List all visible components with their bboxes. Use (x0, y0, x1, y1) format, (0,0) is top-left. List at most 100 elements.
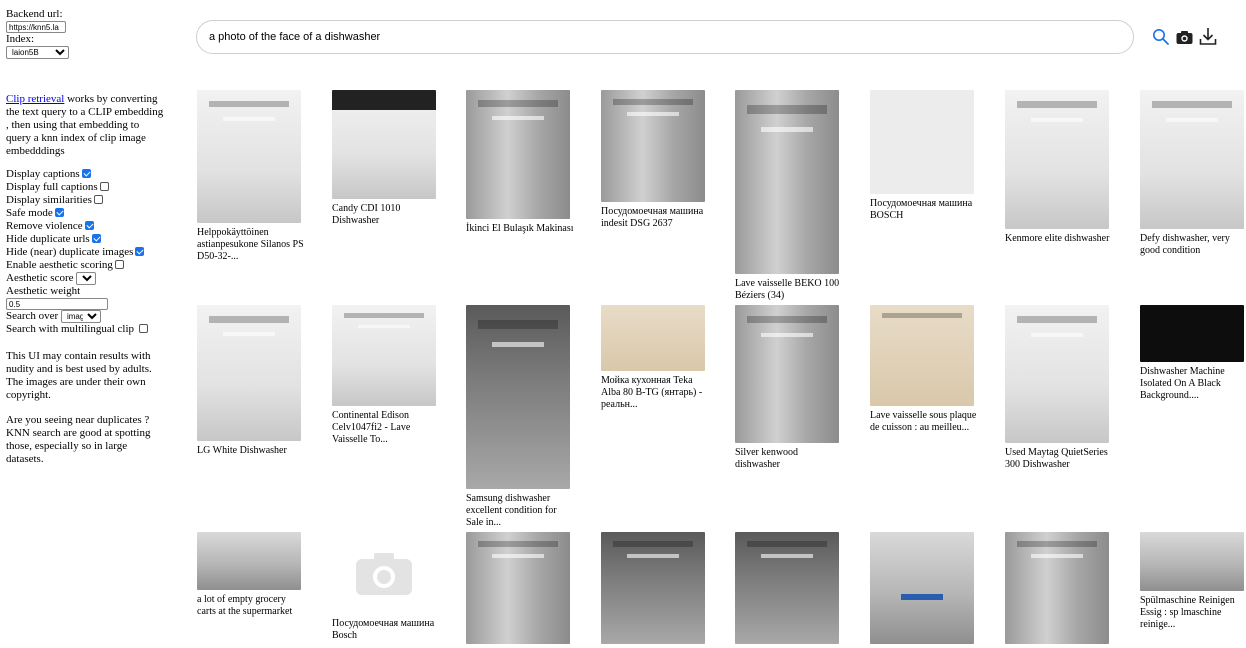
result-card[interactable]: Dishwasher Machine Isolated On A Black B… (1140, 305, 1246, 402)
display-full-captions-checkbox[interactable] (99, 182, 109, 191)
result-image[interactable] (735, 305, 839, 443)
result-card[interactable]: Посудомоечная машина BOSCH (870, 90, 980, 222)
result-caption: Мойка кухонная Teka Alba 80 B-TG (янтарь… (601, 375, 703, 410)
result-image[interactable] (197, 305, 301, 441)
result-image[interactable] (466, 305, 570, 489)
result-image[interactable] (466, 532, 570, 644)
result-image[interactable] (601, 90, 705, 202)
search-input[interactable] (196, 20, 1134, 54)
result-card[interactable]: Helppokäyttöinen astianpesukone Silanos … (197, 90, 307, 263)
result-caption: Samsung dishwasher excellent condition f… (466, 493, 557, 528)
result-image[interactable] (1140, 90, 1244, 229)
result-card[interactable] (870, 532, 980, 648)
result-image[interactable] (870, 532, 974, 644)
result-card[interactable]: Silver kenwood dishwasher (735, 305, 845, 471)
settings-panel: Backend url: Index: laion5B Clip retriev… (6, 8, 166, 466)
index-label: Index: (6, 33, 35, 45)
backend-url-label: Backend url: (6, 8, 63, 20)
index-select[interactable]: laion5B (6, 46, 69, 59)
result-card[interactable]: Kenmore elite dishwasher (1005, 90, 1115, 245)
result-image[interactable] (1140, 305, 1244, 362)
result-card[interactable]: Посудомоечная машина indesit DSG 2637 (601, 90, 711, 230)
option-remove-violence[interactable]: Remove violence (6, 220, 166, 233)
option-safe-mode[interactable]: Safe mode (6, 207, 166, 220)
multilingual-checkbox[interactable] (138, 324, 148, 333)
enable-aesthetic-checkbox[interactable] (114, 260, 124, 269)
result-caption: Посудомоечная машина BOSCH (870, 198, 973, 221)
result-card[interactable] (735, 532, 845, 648)
result-image[interactable] (735, 532, 839, 644)
option-hide-duplicate-urls[interactable]: Hide duplicate urls (6, 233, 166, 246)
result-card[interactable] (1005, 532, 1115, 648)
result-image[interactable] (601, 305, 705, 371)
result-image[interactable] (197, 532, 301, 590)
hide-near-duplicates-checkbox[interactable] (135, 247, 145, 256)
result-caption: a lot of empty grocery carts at the supe… (197, 594, 293, 617)
hide-duplicate-urls-checkbox[interactable] (91, 234, 101, 243)
backend-url-input[interactable] (6, 21, 66, 33)
result-image[interactable] (1005, 532, 1109, 644)
result-caption: İkinci El Bulaşık Makinası (466, 223, 574, 234)
result-image[interactable] (466, 90, 570, 219)
option-display-similarities[interactable]: Display similarities (6, 194, 166, 207)
result-card[interactable] (601, 532, 711, 648)
clip-retrieval-link[interactable]: Clip retrieval (6, 93, 64, 105)
result-card[interactable]: Мойка кухонная Teka Alba 80 B-TG (янтарь… (601, 305, 711, 411)
result-image[interactable] (332, 305, 436, 406)
option-display-captions[interactable]: Display captions (6, 168, 166, 181)
intro-paragraph: Clip retrieval works by converting the t… (6, 93, 166, 158)
camera-placeholder-icon (356, 553, 412, 595)
option-hide-near-duplicates[interactable]: Hide (near) duplicate images (6, 246, 166, 259)
result-caption: Candy CDI 1010 Dishwasher (332, 203, 401, 226)
result-image[interactable] (1005, 305, 1109, 443)
result-card[interactable]: İkinci El Bulaşık Makinası (466, 90, 576, 235)
result-card[interactable]: Continental Edison Celv1047fi2 - Lave Va… (332, 305, 442, 446)
download-icon[interactable] (1199, 27, 1217, 49)
result-caption: Used Maytag QuietSeries 300 Dishwasher (1005, 447, 1108, 470)
option-multilingual[interactable]: Search with multilingual clip (6, 323, 166, 336)
result-card[interactable]: Lave vaisselle sous plaque de cuisson : … (870, 305, 980, 434)
result-image[interactable] (735, 90, 839, 274)
result-image[interactable] (601, 532, 705, 644)
result-caption: Dishwasher Machine Isolated On A Black B… (1140, 366, 1225, 401)
result-caption: Helppokäyttöinen astianpesukone Silanos … (197, 227, 304, 262)
result-caption: LG White Dishwasher (197, 445, 287, 456)
result-card[interactable]: Spülmaschine Reinigen Essig : sp lmaschi… (1140, 532, 1246, 631)
result-image[interactable] (1005, 90, 1109, 229)
result-card[interactable]: Used Maytag QuietSeries 300 Dishwasher (1005, 305, 1115, 471)
aesthetic-weight-label: Aesthetic weight (6, 285, 81, 297)
option-display-full-captions[interactable]: Display full captions (6, 181, 166, 194)
display-similarities-checkbox[interactable] (93, 195, 103, 204)
result-card[interactable]: a lot of empty grocery carts at the supe… (197, 532, 307, 618)
search-icon[interactable] (1152, 28, 1170, 49)
result-image[interactable] (197, 90, 301, 223)
warning-text: This UI may contain results with nudity … (6, 350, 152, 401)
result-image[interactable] (332, 532, 436, 614)
result-card[interactable] (466, 532, 576, 648)
safe-mode-checkbox[interactable] (54, 208, 64, 217)
result-card[interactable]: LG White Dishwasher (197, 305, 307, 457)
option-enable-aesthetic[interactable]: Enable aesthetic scoring (6, 259, 166, 272)
result-image[interactable] (1140, 532, 1244, 591)
result-caption: Lave vaisselle sous plaque de cuisson : … (870, 410, 977, 433)
result-caption: Silver kenwood dishwasher (735, 447, 799, 470)
result-card[interactable]: Candy CDI 1010 Dishwasher (332, 90, 442, 227)
result-image[interactable] (870, 305, 974, 406)
display-captions-checkbox[interactable] (81, 169, 91, 178)
result-card[interactable]: Lave vaisselle BEKO 100 Béziers (34) (735, 90, 845, 302)
result-caption: Kenmore elite dishwasher (1005, 233, 1110, 244)
search-over-row: Search over image (6, 310, 166, 323)
result-caption: Посудомоечная машина indesit DSG 2637 (601, 206, 704, 229)
search-over-select[interactable]: image (60, 310, 101, 323)
aesthetic-weight-input[interactable] (6, 298, 108, 310)
aesthetic-score-select[interactable] (76, 272, 97, 285)
result-caption: Lave vaisselle BEKO 100 Béziers (34) (735, 278, 840, 301)
result-image[interactable] (332, 90, 436, 199)
result-image[interactable] (870, 90, 974, 194)
result-card[interactable]: Defy dishwasher, very good condition (1140, 90, 1246, 257)
result-card[interactable]: Посудомоечная машина Bosch (332, 532, 442, 642)
remove-violence-checkbox[interactable] (84, 221, 94, 230)
duplicates-text: Are you seeing near duplicates ? KNN sea… (6, 414, 151, 465)
result-card[interactable]: Samsung dishwasher excellent condition f… (466, 305, 576, 529)
camera-icon[interactable] (1176, 30, 1193, 48)
